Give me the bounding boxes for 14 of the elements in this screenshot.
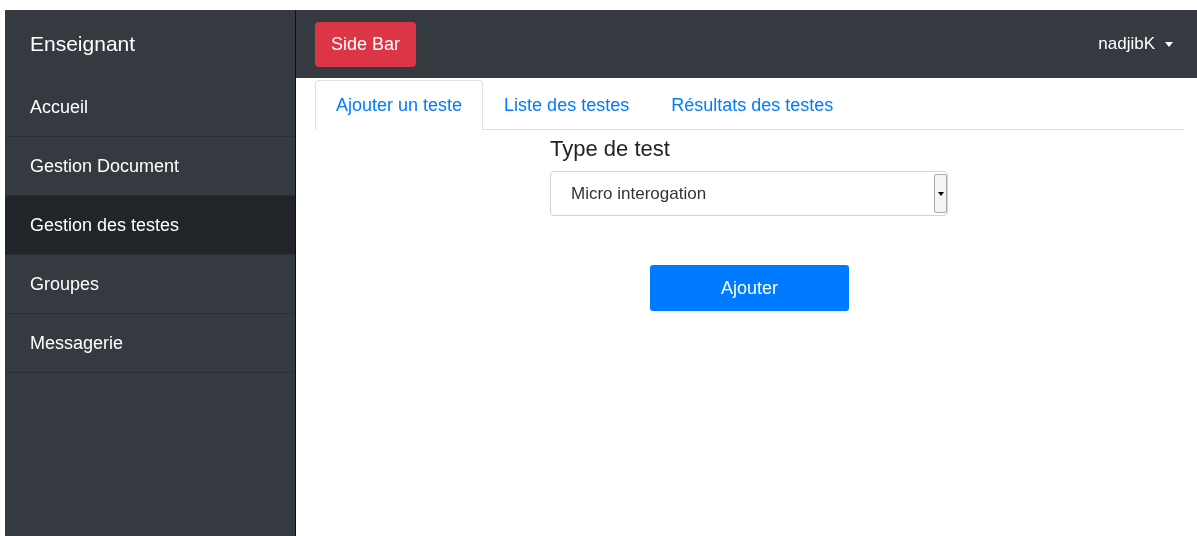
sidebar-title: Enseignant <box>29 31 137 57</box>
add-button[interactable]: Ajouter <box>650 265 849 311</box>
sidebar-item[interactable]: Messagerie <box>5 314 295 373</box>
caret-icon <box>1165 41 1173 47</box>
tab[interactable]: Ajouter un teste <box>315 80 484 130</box>
type-select[interactable]: Micro interogation <box>550 171 948 216</box>
sidebar-item[interactable]: Gestion des testes <box>5 196 295 255</box>
tab[interactable]: Liste des testes <box>483 80 651 129</box>
field-label: Type de test <box>550 135 671 163</box>
sidebar-item[interactable]: Groupes <box>5 255 295 314</box>
sidebar-toggle-button[interactable]: Side Bar <box>315 21 417 67</box>
sidebar-item[interactable]: Accueil <box>5 78 295 137</box>
tab[interactable]: Résultats des testes <box>650 80 855 129</box>
user-menu[interactable]: nadjibK <box>1098 34 1173 54</box>
